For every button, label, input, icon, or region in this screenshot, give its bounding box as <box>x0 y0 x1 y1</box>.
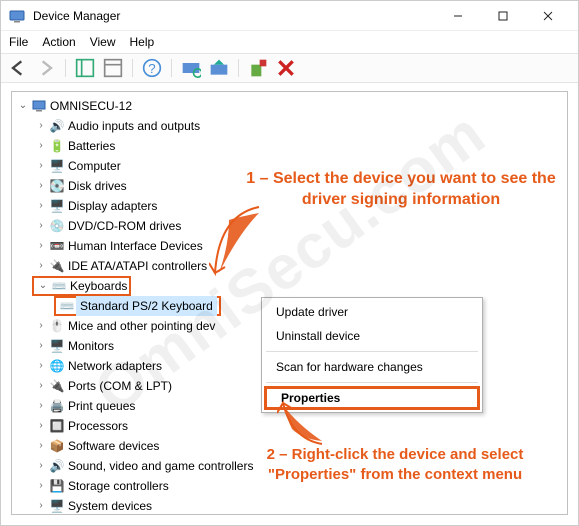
sound-icon: 🔊 <box>48 456 66 476</box>
maximize-button[interactable] <box>480 1 525 31</box>
menu-help[interactable]: Help <box>130 35 155 49</box>
window-title: Device Manager <box>33 9 435 23</box>
svg-text:?: ? <box>148 61 155 76</box>
disk-icon: 💽 <box>48 176 66 196</box>
delete-icon[interactable] <box>275 57 297 79</box>
tree-item-ide[interactable]: ›🔌IDE ATA/ATAPI controllers <box>12 256 567 276</box>
tree-item-dvd[interactable]: ›💿DVD/CD-ROM drives <box>12 216 567 236</box>
tree-item-batteries[interactable]: ›🔋Batteries <box>12 136 567 156</box>
expander-icon[interactable]: ⌄ <box>36 276 50 296</box>
toolbar-separator <box>65 59 66 77</box>
mouse-icon: 🖱️ <box>48 316 66 336</box>
network-icon: 🌐 <box>48 356 66 376</box>
tree-item-keyboards[interactable]: ⌄ ⌨️ Keyboards <box>12 276 567 296</box>
menu-file[interactable]: File <box>9 35 28 49</box>
close-button[interactable] <box>525 1 570 31</box>
tree-item-hid[interactable]: ›📼Human Interface Devices <box>12 236 567 256</box>
context-menu: Update driver Uninstall device Scan for … <box>261 297 483 413</box>
printer-icon: 🖨️ <box>48 396 66 416</box>
forward-button[interactable] <box>35 57 57 79</box>
toolbar-separator <box>132 59 133 77</box>
tree-item-system[interactable]: ›🖥️System devices <box>12 496 567 515</box>
menubar: File Action View Help <box>1 31 578 53</box>
tree-label: OMNISECU-12 <box>48 96 132 116</box>
show-hide-tree-icon[interactable] <box>74 57 96 79</box>
ports-icon: 🔌 <box>48 376 66 396</box>
titlebar: Device Manager <box>1 1 578 31</box>
storage-icon: 💾 <box>48 476 66 496</box>
keyboard-icon: ⌨️ <box>58 296 76 316</box>
back-button[interactable] <box>7 57 29 79</box>
annotation-step2: 2 – Right-click the device and select "P… <box>225 445 565 484</box>
minimize-button[interactable] <box>435 1 480 31</box>
tree-root[interactable]: ⌄ OMNISECU-12 <box>12 96 567 116</box>
toolbar-separator <box>171 59 172 77</box>
properties-icon[interactable] <box>102 57 124 79</box>
menu-view[interactable]: View <box>90 35 116 49</box>
callout-pointer-icon <box>209 205 269 285</box>
device-manager-icon <box>9 8 25 24</box>
computer-icon <box>30 99 48 113</box>
callout-pointer-icon <box>277 399 327 449</box>
update-driver-icon[interactable] <box>208 57 230 79</box>
system-icon: 🖥️ <box>48 496 66 515</box>
uninstall-icon[interactable] <box>247 57 269 79</box>
ctx-update-driver[interactable]: Update driver <box>262 300 482 324</box>
dvd-icon: 💿 <box>48 216 66 236</box>
expander-icon[interactable]: ⌄ <box>16 96 30 116</box>
audio-icon: 🔊 <box>48 116 66 136</box>
ctx-separator <box>266 382 478 383</box>
toolbar: ? <box>1 53 578 83</box>
help-icon[interactable]: ? <box>141 57 163 79</box>
software-icon: 📦 <box>48 436 66 456</box>
scan-hardware-icon[interactable] <box>180 57 202 79</box>
toolbar-separator <box>238 59 239 77</box>
ide-icon: 🔌 <box>48 256 66 276</box>
ctx-separator <box>266 351 478 352</box>
computer-icon: 🖥️ <box>48 156 66 176</box>
hid-icon: 📼 <box>48 236 66 256</box>
ctx-uninstall[interactable]: Uninstall device <box>262 324 482 348</box>
ctx-scan[interactable]: Scan for hardware changes <box>262 355 482 379</box>
keyboard-category-icon: ⌨️ <box>50 276 68 296</box>
annotation-step1: 1 – Select the device you want to see th… <box>241 169 561 211</box>
display-icon: 🖥️ <box>48 196 66 216</box>
monitor-icon: 🖥️ <box>48 336 66 356</box>
tree-item-audio[interactable]: ›🔊Audio inputs and outputs <box>12 116 567 136</box>
expander-icon[interactable]: › <box>34 116 48 136</box>
cpu-icon: 🔲 <box>48 416 66 436</box>
menu-action[interactable]: Action <box>42 35 75 49</box>
battery-icon: 🔋 <box>48 136 66 156</box>
